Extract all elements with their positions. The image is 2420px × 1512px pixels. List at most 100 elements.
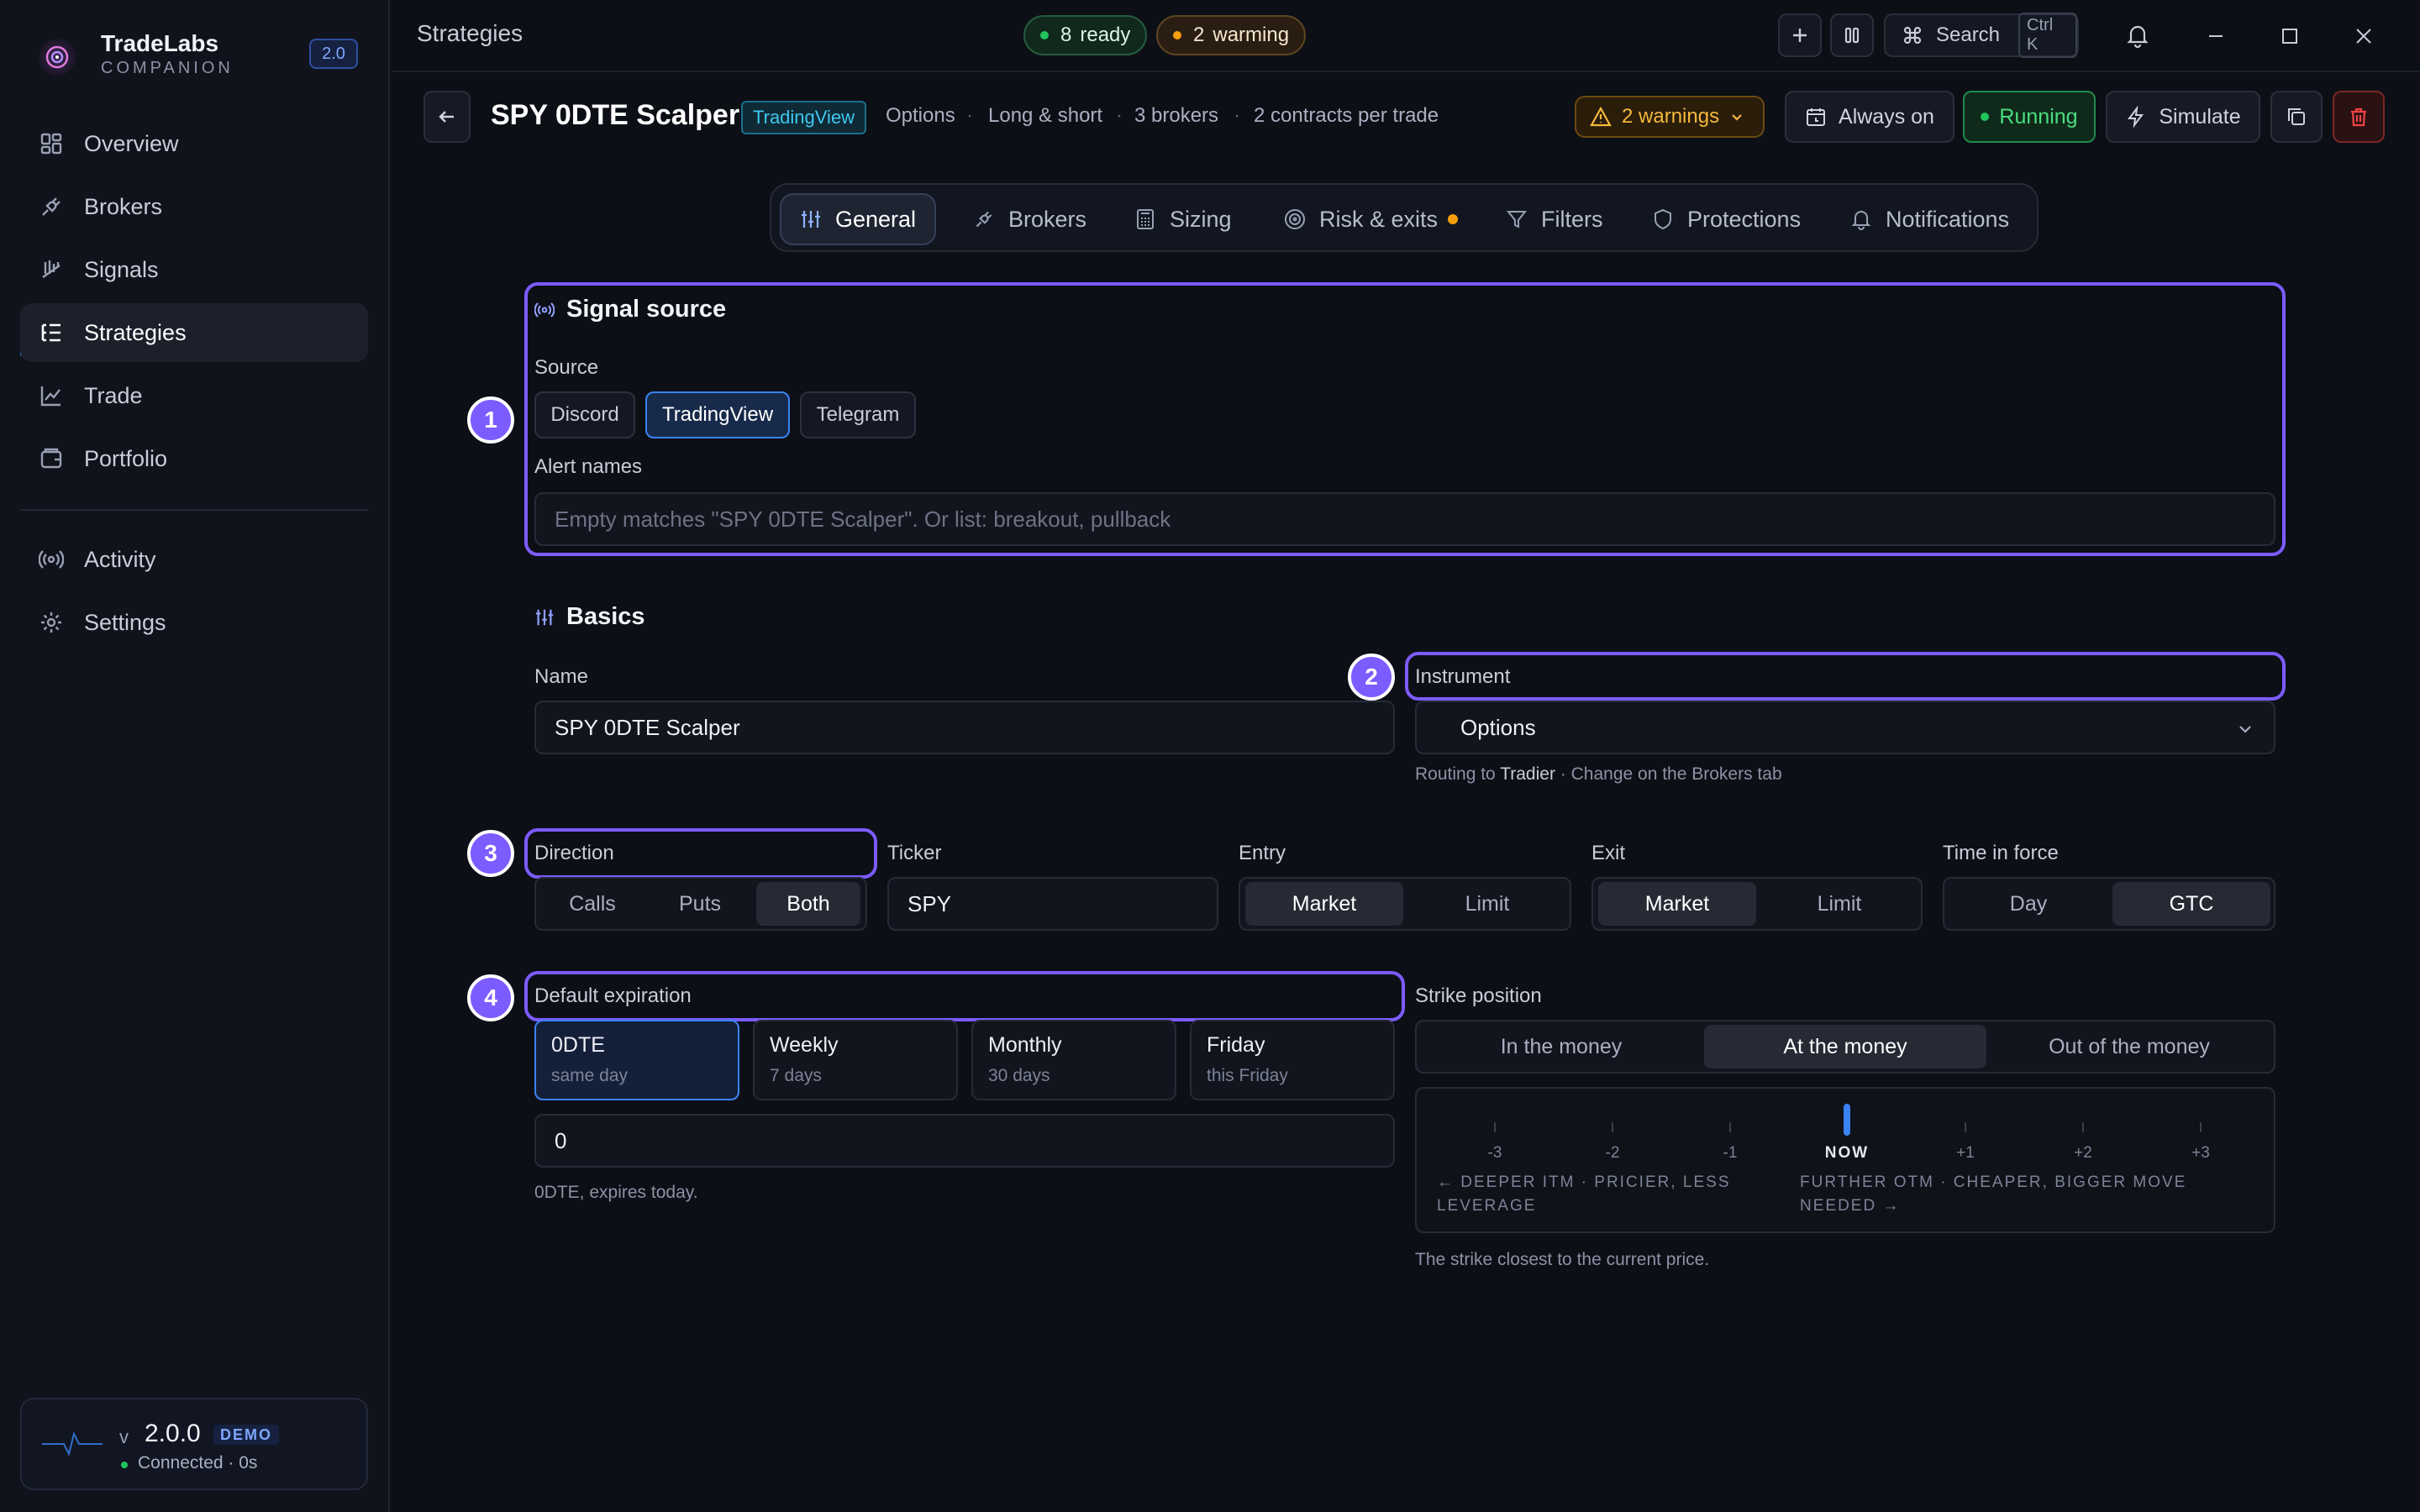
- warming-pill[interactable]: 2 warming: [1156, 15, 1307, 55]
- expiration-option-weekly[interactable]: Weekly 7 days: [753, 1020, 958, 1100]
- sidebar-divider: [20, 509, 368, 511]
- tab-notifications[interactable]: Notifications: [1832, 193, 2028, 245]
- tab-label: Protections: [1687, 206, 1802, 232]
- source-label: Source: [534, 356, 599, 379]
- minimize-button[interactable]: [2205, 25, 2227, 47]
- instrument-select[interactable]: Options: [1415, 701, 2275, 754]
- strike-tick-label: -1: [1723, 1144, 1738, 1162]
- tab-brokers[interactable]: Brokers: [955, 193, 1105, 245]
- maximize-button[interactable]: [2279, 25, 2301, 47]
- direction-option-puts[interactable]: Puts: [649, 882, 751, 926]
- tab-risk-exits[interactable]: Risk & exits: [1265, 193, 1476, 245]
- tif-label: Time in force: [1943, 842, 2059, 864]
- sliders-icon: [535, 609, 554, 625]
- strike-segmented: In the money At the money Out of the mon…: [1415, 1020, 2275, 1074]
- expiration-hint: 0DTE, expires today.: [534, 1183, 698, 1202]
- entry-option-limit[interactable]: Limit: [1408, 882, 1566, 926]
- strike-option-itm[interactable]: In the money: [1422, 1025, 1701, 1068]
- exit-option-market[interactable]: Market: [1598, 882, 1756, 926]
- sidebar-item-portfolio[interactable]: Portfolio: [20, 429, 368, 488]
- sidebar-item-label: Portfolio: [84, 445, 168, 471]
- delete-button[interactable]: [2333, 91, 2385, 143]
- chart-line-icon: [40, 386, 60, 407]
- status-card: v 2.0.0 DEMO Connected · 0s: [20, 1398, 368, 1490]
- columns-icon: [1844, 27, 1860, 44]
- strike-caption-right: FURTHER OTM · CHEAPER, BIGGER MOVE NEEDE…: [1800, 1171, 2186, 1218]
- strike-tick: [2200, 1122, 2202, 1132]
- exit-option-limit[interactable]: Limit: [1761, 882, 1918, 926]
- expiration-subtitle: 7 days: [770, 1066, 822, 1085]
- annotation-badge-3: 3: [467, 830, 514, 877]
- instrument-value: Options: [1460, 714, 1536, 740]
- wallet-icon: [40, 448, 62, 469]
- strategy-name: SPY 0DTE Scalper: [491, 99, 740, 131]
- source-option-discord[interactable]: Discord: [534, 391, 635, 438]
- strike-option-atm[interactable]: At the money: [1704, 1025, 1986, 1068]
- strike-label: Strike position: [1415, 984, 1542, 1007]
- ready-label: ready: [1080, 24, 1131, 46]
- sidebar-item-strategies[interactable]: Strategies: [20, 303, 368, 362]
- ticker-input[interactable]: SPY: [887, 877, 1218, 931]
- tif-option-day[interactable]: Day: [1949, 882, 2107, 926]
- direction-option-both[interactable]: Both: [756, 882, 860, 926]
- search-button[interactable]: Search Ctrl K: [1884, 13, 2079, 58]
- tab-filters[interactable]: Filters: [1487, 193, 1622, 245]
- source-option-telegram[interactable]: Telegram: [800, 391, 916, 438]
- columns-button[interactable]: [1830, 13, 1874, 57]
- alert-names-input[interactable]: Empty matches "SPY 0DTE Scalper". Or lis…: [534, 492, 2275, 546]
- expiration-option-monthly[interactable]: Monthly 30 days: [971, 1020, 1176, 1100]
- direction-option-calls[interactable]: Calls: [541, 882, 644, 926]
- caption-line: NEEDED →: [1800, 1197, 1901, 1215]
- caption-line: ← DEEPER ITM · PRICIER, LESS: [1437, 1173, 1731, 1191]
- arrow-left-icon: [439, 111, 454, 123]
- section-title-text: Basics: [566, 603, 645, 630]
- expiration-title: Weekly: [770, 1033, 839, 1057]
- routing-prefix: Routing to: [1415, 764, 1496, 784]
- sidebar-item-overview[interactable]: Overview: [20, 114, 368, 173]
- calculator-icon: [1137, 209, 1154, 229]
- expiration-option-friday[interactable]: Friday this Friday: [1190, 1020, 1395, 1100]
- sliders-icon: [802, 211, 820, 228]
- tab-sizing[interactable]: Sizing: [1116, 193, 1250, 245]
- running-status-button[interactable]: Running: [1963, 91, 2096, 143]
- ready-dot: [1040, 31, 1049, 39]
- tab-general[interactable]: General: [780, 193, 937, 245]
- schedule-label: Always on: [1839, 104, 1934, 129]
- ticker-label: Ticker: [887, 842, 942, 864]
- strike-tick: [1729, 1122, 1731, 1132]
- simulate-button[interactable]: Simulate: [2106, 91, 2260, 143]
- strike-marker[interactable]: [1844, 1104, 1850, 1136]
- close-window-button[interactable]: [2353, 25, 2375, 47]
- source-option-tradingview[interactable]: TradingView: [645, 391, 790, 438]
- tif-segmented: Day GTC: [1943, 877, 2275, 931]
- sidebar-item-trade[interactable]: Trade: [20, 366, 368, 425]
- grid-icon: [40, 133, 62, 155]
- minimize-icon: [2209, 35, 2223, 37]
- duplicate-button[interactable]: [2270, 91, 2323, 143]
- back-button[interactable]: [424, 91, 471, 143]
- strike-option-otm[interactable]: Out of the money: [1990, 1025, 2269, 1068]
- schedule-button[interactable]: Always on: [1785, 91, 1954, 143]
- ready-count: 8: [1060, 24, 1072, 46]
- gear-icon: [41, 612, 61, 633]
- warnings-button[interactable]: 2 warnings: [1575, 96, 1765, 138]
- expiration-option-0dte[interactable]: 0DTE same day: [534, 1020, 739, 1100]
- sidebar-item-label: Overview: [84, 130, 179, 156]
- name-input[interactable]: SPY 0DTE Scalper: [534, 701, 1395, 754]
- entry-option-market[interactable]: Market: [1245, 882, 1403, 926]
- sidebar-item-signals[interactable]: Signals: [20, 240, 368, 299]
- annotation-badge-1: 1: [467, 396, 514, 444]
- ready-pill[interactable]: 8 ready: [1023, 15, 1148, 55]
- caption-line: LEVERAGE: [1437, 1197, 1537, 1215]
- sidebar-item-activity[interactable]: Activity: [20, 530, 368, 589]
- tif-option-gtc[interactable]: GTC: [2112, 882, 2270, 926]
- warning-icon: [1590, 106, 1612, 127]
- expiration-days-input[interactable]: 0: [534, 1114, 1395, 1168]
- tab-protections[interactable]: Protections: [1634, 193, 1819, 245]
- add-button[interactable]: [1778, 13, 1822, 57]
- warming-count: 2: [1193, 24, 1205, 46]
- sidebar-item-settings[interactable]: Settings: [20, 593, 368, 652]
- sidebar-item-brokers[interactable]: Brokers: [20, 177, 368, 236]
- search-label: Search: [1935, 24, 2001, 46]
- notifications-button[interactable]: [2124, 22, 2151, 49]
